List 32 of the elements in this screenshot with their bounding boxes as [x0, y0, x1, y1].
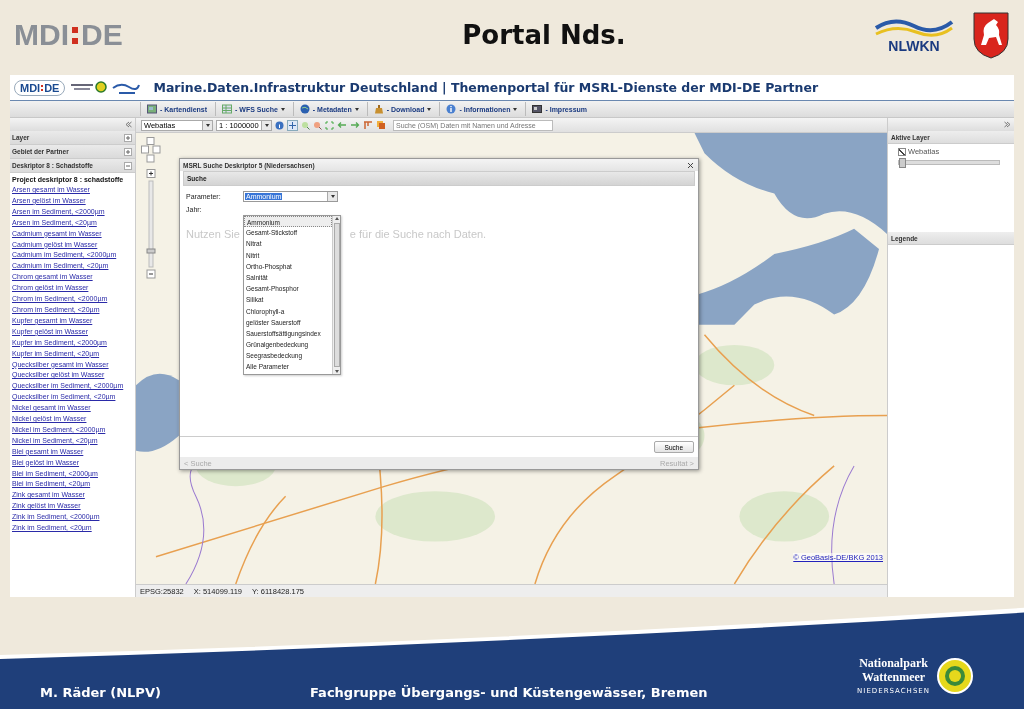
close-icon [687, 161, 694, 169]
pan-icon[interactable] [287, 119, 298, 131]
globe-icon [299, 104, 310, 114]
info-icon [446, 104, 457, 114]
layers-icon[interactable] [376, 120, 386, 130]
table-icon [222, 104, 233, 114]
portal-title: Marine.Daten.Infrastruktur Deutschland | Themenportal für MSRL-Dienste der MDI-DE Partner [153, 80, 819, 95]
map-icon [147, 104, 157, 114]
measure-icon[interactable] [363, 120, 373, 130]
collapse-icon[interactable] [125, 121, 132, 128]
card-icon [532, 104, 543, 114]
info-icon[interactable] [275, 120, 284, 130]
bag-icon [373, 104, 384, 114]
nlwkn-logo: NLWKN [874, 16, 954, 54]
zoom-slider-icon[interactable] [146, 169, 156, 279]
full-extent-icon[interactable] [325, 120, 334, 130]
horse-crest-icon [972, 11, 1010, 59]
pan-control-icon[interactable] [141, 137, 161, 165]
partner-logos-icon [71, 79, 142, 96]
zoom-out-icon[interactable] [313, 120, 322, 130]
forward-arrow-icon[interactable] [350, 121, 360, 129]
close-button[interactable] [686, 160, 695, 170]
scrollbar[interactable] [332, 216, 340, 374]
mdi-de-logo: MDI DE [14, 18, 124, 52]
footer-author: M. Räder (NLPV) [40, 684, 162, 700]
layer-checkbox[interactable] [898, 147, 906, 156]
slide-title: Portal Nds. [461, 20, 627, 50]
footer-event: Fachgruppe Übergangs- und Küstengewässer, Bremen [310, 684, 708, 700]
opacity-slider[interactable] [898, 160, 1000, 165]
back-arrow-icon[interactable] [337, 121, 347, 129]
collapse-icon[interactable] [1004, 121, 1011, 128]
zoom-in-icon[interactable] [301, 120, 310, 130]
